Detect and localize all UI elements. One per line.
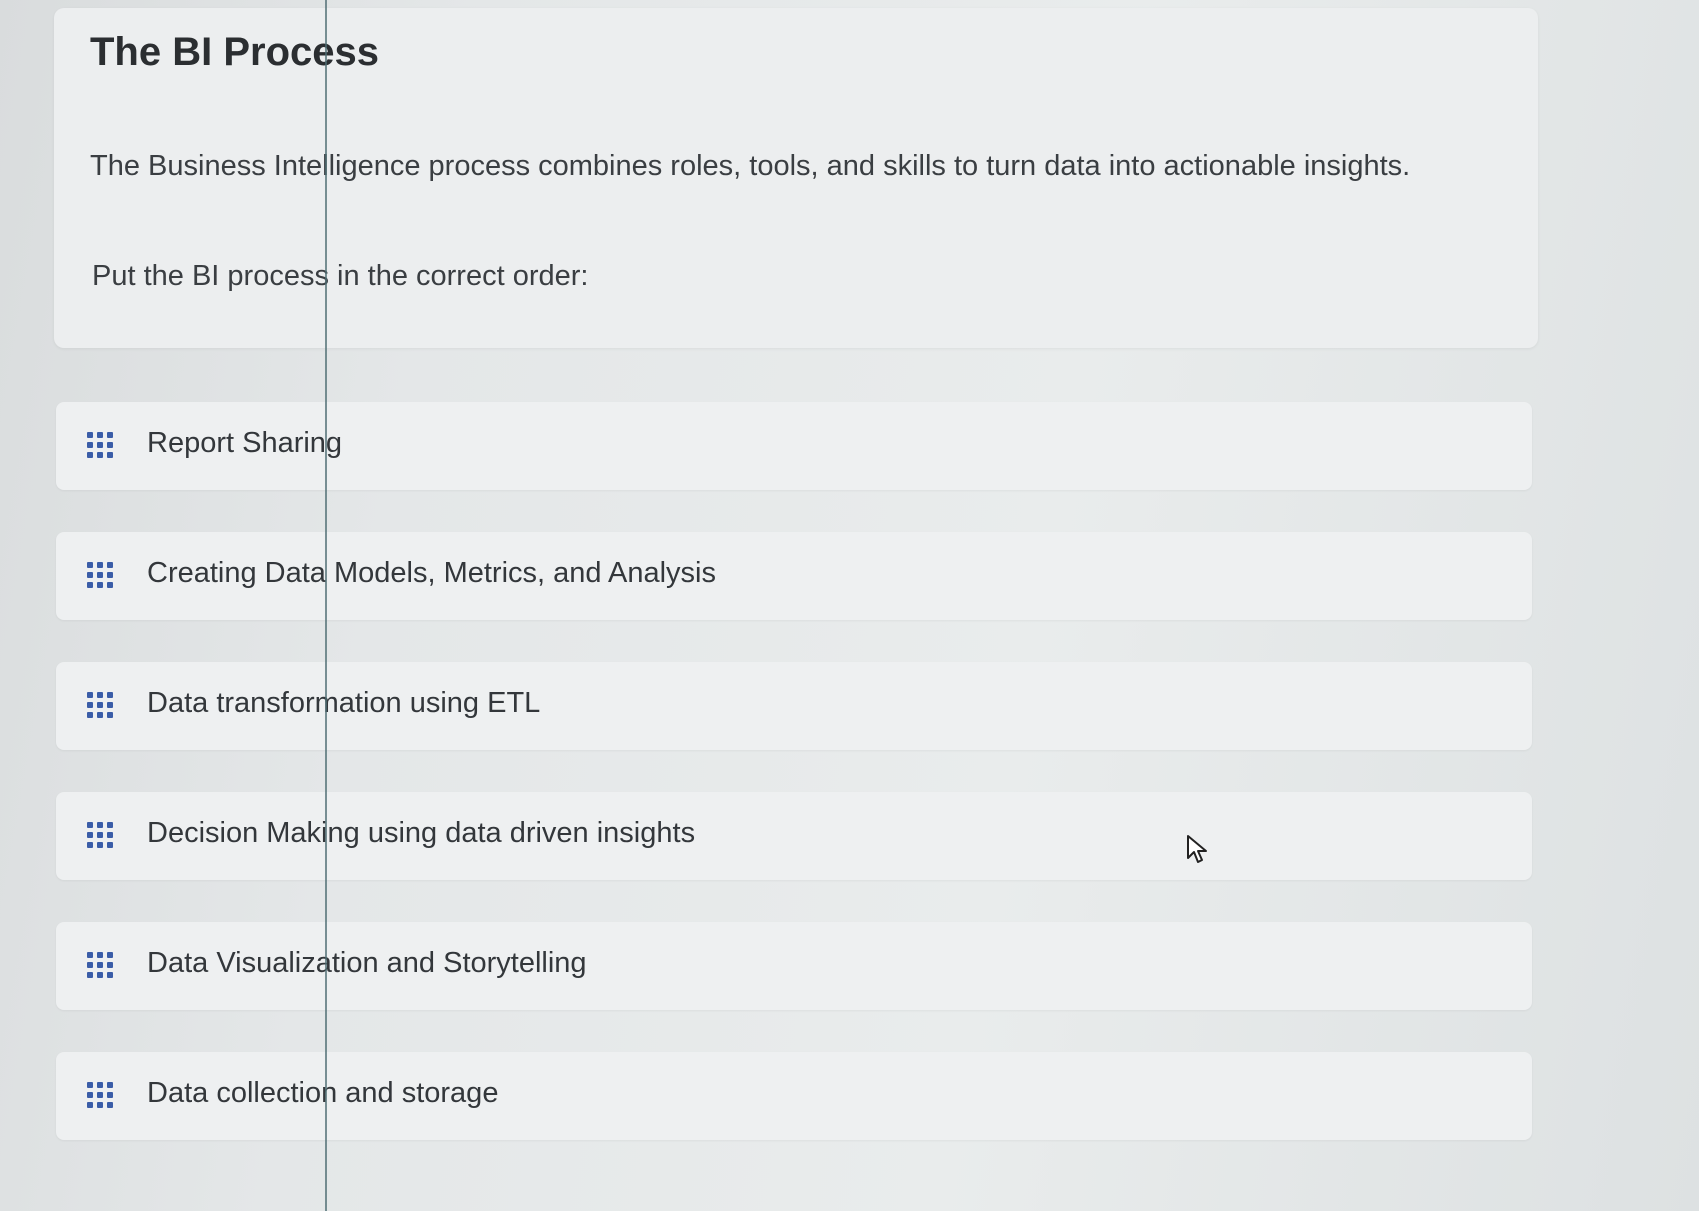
drag-handle-icon[interactable] bbox=[87, 822, 113, 848]
order-item-data-collection[interactable]: Data collection and storage bbox=[56, 1052, 1532, 1140]
drag-handle-icon[interactable] bbox=[87, 562, 113, 588]
mouse-cursor-icon bbox=[1187, 835, 1207, 863]
question-title: The BI Process bbox=[90, 30, 380, 74]
order-item-label: Decision Making using data driven insigh… bbox=[147, 817, 696, 849]
order-item-label: Report Sharing bbox=[147, 427, 343, 459]
drag-handle-icon[interactable] bbox=[87, 692, 113, 718]
drag-handle-icon[interactable] bbox=[87, 952, 113, 978]
order-item-visualization[interactable]: Data Visualization and Storytelling bbox=[56, 922, 1532, 1010]
question-prompt: Put the BI process in the correct order: bbox=[92, 260, 589, 292]
order-item-label: Data transformation using ETL bbox=[147, 687, 541, 719]
order-item-label: Data collection and storage bbox=[147, 1077, 499, 1109]
order-item-label: Data Visualization and Storytelling bbox=[147, 947, 587, 979]
order-item-report-sharing[interactable]: Report Sharing bbox=[56, 402, 1532, 490]
drag-handle-icon[interactable] bbox=[87, 432, 113, 458]
ordering-list: Report Sharing Creating Data Models, Met… bbox=[56, 402, 1532, 1182]
screen-glare-line bbox=[325, 0, 327, 1211]
drag-handle-icon[interactable] bbox=[87, 1082, 113, 1108]
question-description: The Business Intelligence process combin… bbox=[90, 150, 1411, 182]
order-item-decision-making[interactable]: Decision Making using data driven insigh… bbox=[56, 792, 1532, 880]
order-item-etl[interactable]: Data transformation using ETL bbox=[56, 662, 1532, 750]
question-card: The BI Process The Business Intelligence… bbox=[54, 8, 1538, 348]
order-item-label: Creating Data Models, Metrics, and Analy… bbox=[147, 557, 716, 589]
order-item-data-models[interactable]: Creating Data Models, Metrics, and Analy… bbox=[56, 532, 1532, 620]
